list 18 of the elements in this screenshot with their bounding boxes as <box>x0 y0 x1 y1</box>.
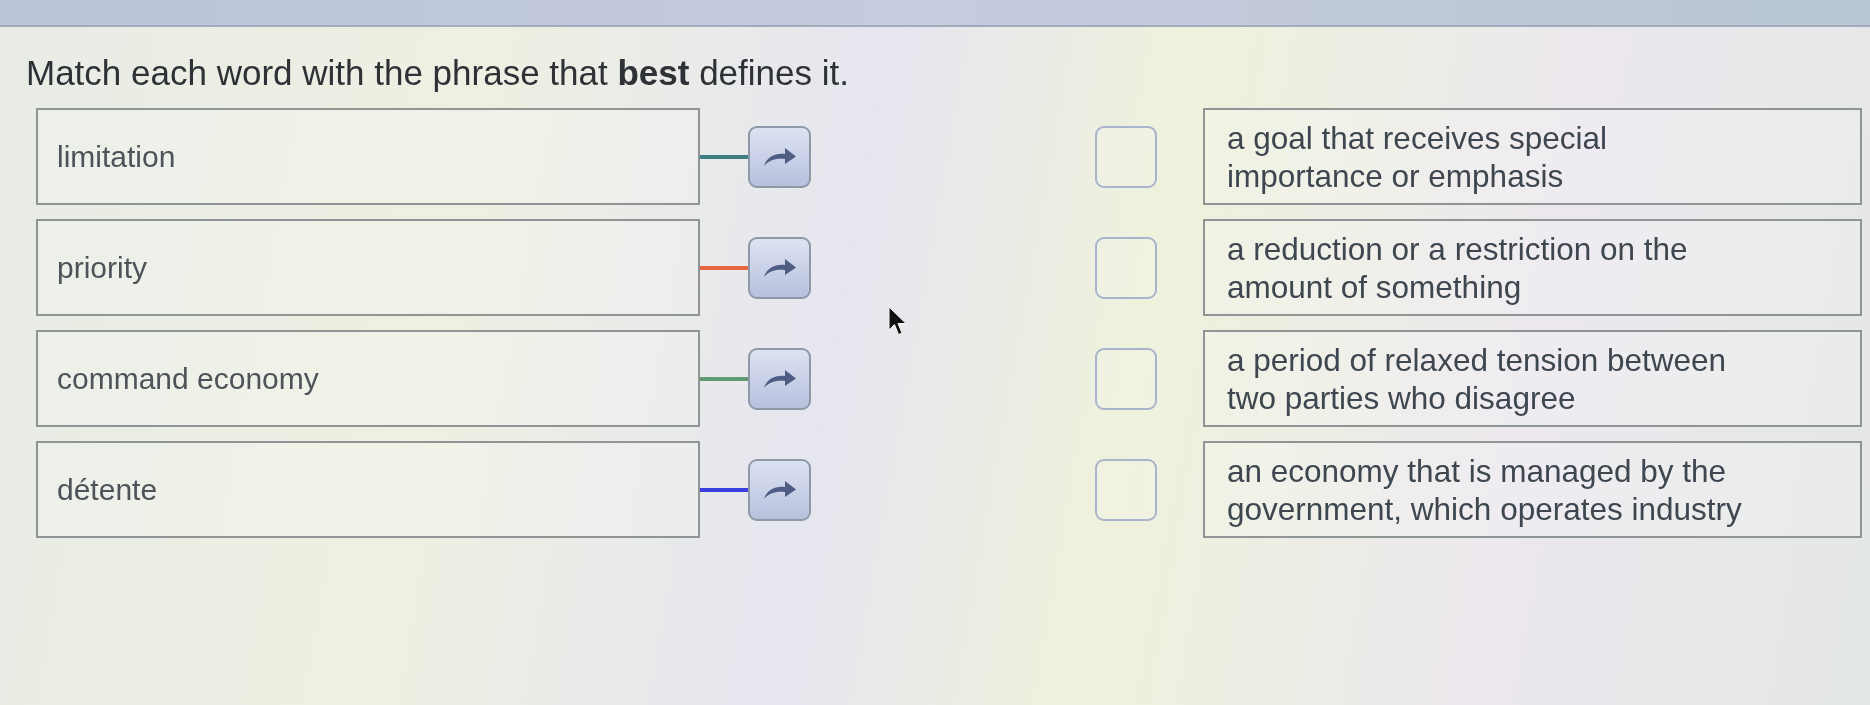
drag-arrow-button[interactable] <box>748 458 811 521</box>
definition-text: a period of relaxed tension between two parties who disagree <box>1227 340 1728 417</box>
curved-arrow-icon <box>762 368 797 389</box>
definition-text: a reduction or a restriction on the amount of something <box>1227 229 1689 306</box>
term-card: détente <box>36 441 700 538</box>
term-card: limitation <box>36 108 700 205</box>
instruction-text: Match each word with the phrase that best defines it. <box>26 52 850 94</box>
drag-arrow-button[interactable] <box>748 347 811 410</box>
definition-text: an economy that is managed by the government, which operates industry <box>1227 451 1743 528</box>
curved-arrow-icon <box>762 146 797 167</box>
definition-text: a goal that receives special importance or emphasis <box>1227 118 1608 195</box>
curved-arrow-icon <box>762 479 797 500</box>
drag-arrow-button[interactable] <box>748 236 811 299</box>
drag-arrow-button[interactable] <box>748 125 811 188</box>
term-card: command economy <box>36 330 700 427</box>
mouse-pointer-icon <box>888 306 908 336</box>
curved-arrow-icon <box>762 257 797 278</box>
term-card: priority <box>36 219 700 316</box>
